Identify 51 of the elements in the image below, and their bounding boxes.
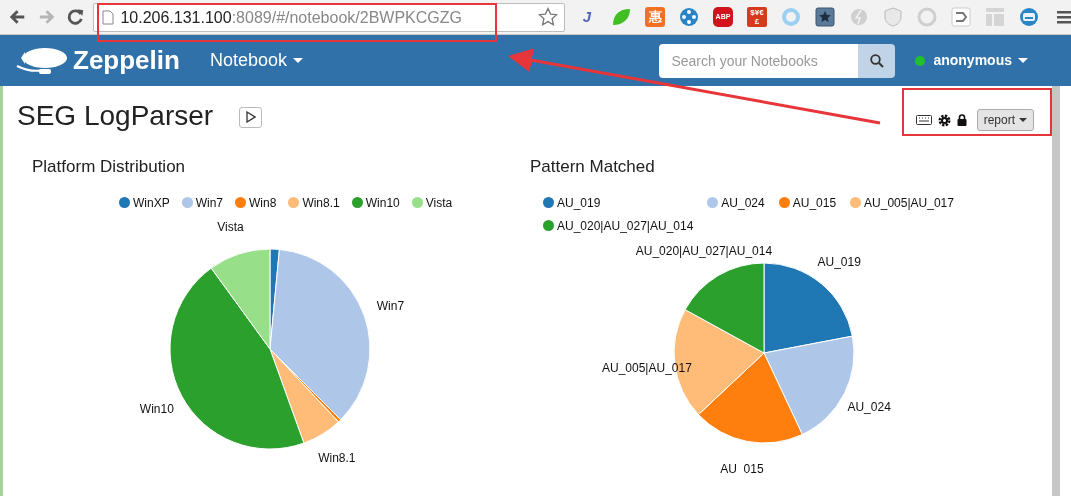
menu-icon[interactable] [1057, 10, 1071, 24]
extension-icon[interactable]: J [577, 7, 597, 27]
robot-icon[interactable] [1019, 7, 1039, 27]
caret-icon [1019, 117, 1027, 123]
slice-label: AU_020|AU_027|AU_014 [635, 243, 773, 258]
reload-icon[interactable] [66, 7, 86, 27]
slice-label: Win7 [376, 298, 405, 313]
legend-label: Win7 [195, 194, 224, 212]
slice-label: AU_019 [817, 254, 861, 269]
extension-icon[interactable]: 惠 [645, 7, 665, 27]
legend-label: AU_019 [557, 194, 601, 212]
url-text: 10.206.131.100:8089/#/notebook/2BWPKCGZG [120, 8, 462, 26]
lock-icon[interactable] [956, 114, 967, 126]
slice-label: AU_024 [847, 399, 891, 414]
user-menu[interactable]: anonymous [933, 50, 1028, 71]
scrollbar[interactable] [1052, 86, 1060, 496]
legend-label: AU_015 [792, 194, 837, 212]
settings-icon[interactable] [937, 113, 951, 127]
film-reel-icon[interactable] [679, 7, 699, 27]
slice-label: Vista [217, 219, 244, 234]
chart-title: Platform Distribution [32, 156, 187, 178]
keyboard-icon[interactable] [915, 115, 932, 125]
legend-label: Win8.1 [302, 194, 340, 212]
notebook-menu[interactable]: Notebook [209, 47, 303, 74]
search-icon [869, 53, 884, 68]
caret-icon [1018, 57, 1028, 64]
slice-label: AU_015 [720, 461, 764, 475]
search-field[interactable]: Search your Notebooks [659, 43, 859, 78]
legend-label: Win10 [365, 194, 400, 212]
legend-label: AU_020|AU_027|AU_014 [557, 217, 694, 235]
legend-label: Win8 [249, 194, 277, 212]
bookmark-star-icon[interactable] [538, 7, 558, 27]
page-icon [102, 9, 115, 25]
legend-label: WinXP [133, 194, 170, 212]
extension-icon[interactable]: $¥€£ [747, 7, 767, 27]
legend-label: AU_024 [721, 194, 765, 212]
slice-label: Win10 [139, 401, 174, 416]
notebook-title: SEG LogParser [17, 99, 214, 133]
search-button[interactable] [858, 43, 896, 78]
legend-label: AU_005|AU_017 [864, 194, 954, 212]
play-icon [245, 111, 256, 123]
chart-title: Pattern Matched [530, 156, 656, 178]
leaf-icon[interactable] [611, 7, 631, 27]
legend-label: Vista [425, 194, 453, 212]
caret-icon [292, 57, 303, 64]
run-button[interactable] [239, 106, 263, 128]
mode-dropdown[interactable]: report [976, 109, 1034, 131]
brand-name[interactable]: Zeppelin [73, 41, 180, 80]
slice-label: Win8.1 [318, 450, 356, 462]
exit-icon[interactable] [951, 7, 971, 27]
address-bar[interactable]: 10.206.131.100:8089/#/notebook/2BWPKCGZG [93, 2, 565, 32]
